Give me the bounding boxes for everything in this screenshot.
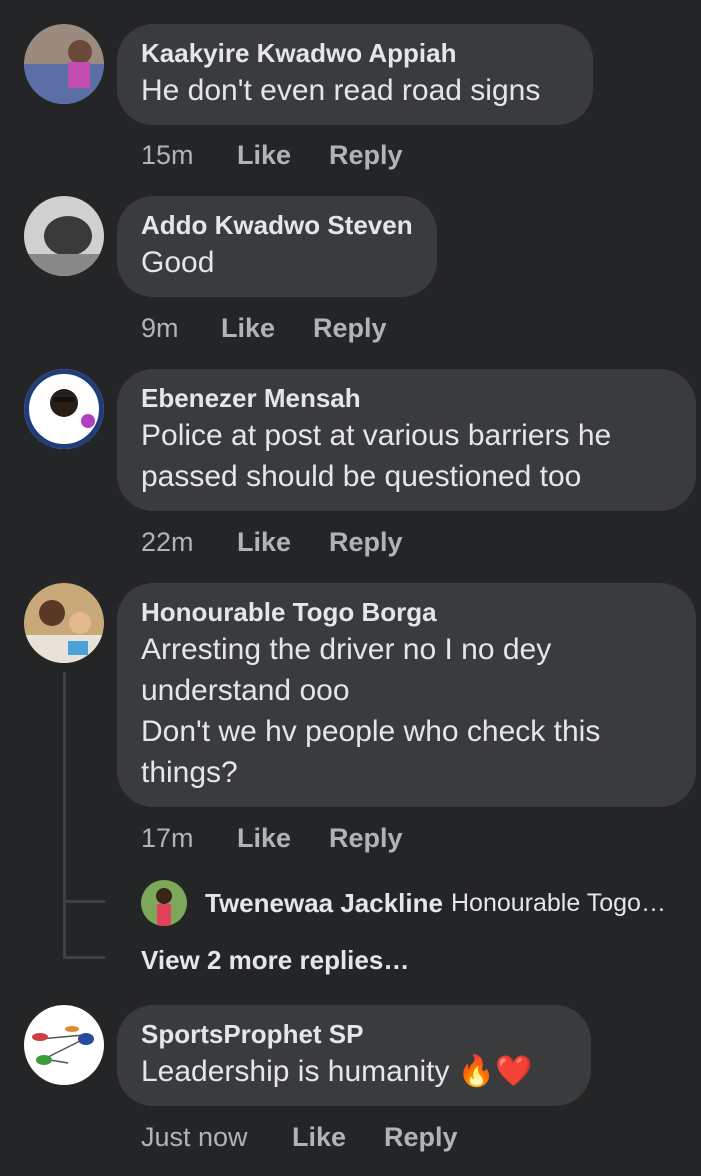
thread-connector xyxy=(63,900,105,903)
comment-actions: 22m Like Reply xyxy=(141,527,403,558)
comment-author[interactable]: Ebenezer Mensah xyxy=(141,383,672,413)
avatar[interactable] xyxy=(24,1005,104,1085)
like-button[interactable]: Like xyxy=(221,313,313,344)
like-button[interactable]: Like xyxy=(237,527,329,558)
thread-connector xyxy=(63,956,105,959)
avatar[interactable] xyxy=(24,583,104,663)
comment-text: Arresting the driver no I no dey underst… xyxy=(141,633,601,789)
thread-line xyxy=(63,672,66,958)
comment-actions: 15m Like Reply xyxy=(141,140,403,171)
reply-button[interactable]: Reply xyxy=(313,313,387,344)
comment-timestamp[interactable]: 22m xyxy=(141,527,237,558)
comment-author[interactable]: SportsProphet SP xyxy=(141,1019,567,1049)
like-button[interactable]: Like xyxy=(292,1122,384,1153)
reply-button[interactable]: Reply xyxy=(329,527,403,558)
comment-text: Leadership is humanity 🔥❤️ xyxy=(141,1051,567,1092)
comment-author[interactable]: Kaakyire Kwadwo Appiah xyxy=(141,38,569,68)
comment-bubble: Honourable Togo Borga Arresting the driv… xyxy=(117,583,696,807)
comment-text-body: Leadership is humanity xyxy=(141,1055,450,1088)
comment-author[interactable]: Addo Kwadwo Steven xyxy=(141,210,413,240)
comment-timestamp[interactable]: 15m xyxy=(141,140,237,171)
comment-timestamp[interactable]: Just now xyxy=(141,1122,292,1153)
reply-preview-text: Honourable Togo… xyxy=(450,888,666,917)
like-button[interactable]: Like xyxy=(237,140,329,171)
comment-timestamp[interactable]: 17m xyxy=(141,823,237,854)
fire-heart-emoji: 🔥❤️ xyxy=(457,1054,533,1089)
comment-bubble: Ebenezer Mensah Police at post at variou… xyxy=(117,369,696,511)
avatar[interactable] xyxy=(24,196,104,276)
comment-author[interactable]: Honourable Togo Borga xyxy=(141,597,672,627)
comment-bubble: Addo Kwadwo Steven Good xyxy=(117,196,437,297)
comment-bubble: SportsProphet SP Leadership is humanity … xyxy=(117,1005,591,1106)
comment-bubble: Kaakyire Kwadwo Appiah He don't even rea… xyxy=(117,24,593,125)
avatar[interactable] xyxy=(24,24,104,104)
comment-actions: 9m Like Reply xyxy=(141,313,387,344)
reply-button[interactable]: Reply xyxy=(329,823,403,854)
comment-text: He don't even read road signs xyxy=(141,74,541,107)
avatar[interactable] xyxy=(24,369,104,449)
reply-button[interactable]: Reply xyxy=(329,140,403,171)
comment-actions: Just now Like Reply xyxy=(141,1122,458,1153)
reply-author[interactable]: Twenewaa Jackline xyxy=(205,888,443,919)
like-button[interactable]: Like xyxy=(237,823,329,854)
comment-text: Good xyxy=(141,246,215,279)
reply-button[interactable]: Reply xyxy=(384,1122,458,1153)
avatar[interactable] xyxy=(141,880,187,926)
reply-item[interactable]: Twenewaa Jackline Honourable Togo… xyxy=(141,880,666,926)
comment-actions: 17m Like Reply xyxy=(141,823,403,854)
view-more-replies-link[interactable]: View 2 more replies… xyxy=(141,945,409,976)
comment-text: Police at post at various barriers he pa… xyxy=(141,419,612,493)
comment-timestamp[interactable]: 9m xyxy=(141,313,221,344)
